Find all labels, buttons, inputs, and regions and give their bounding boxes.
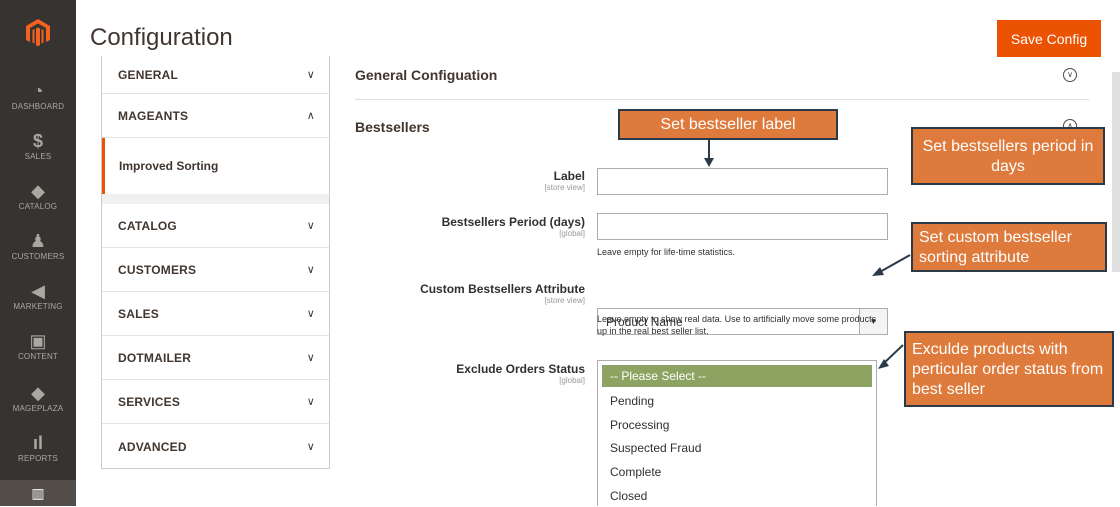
sidebar-item-advanced[interactable]: ADVANCED ∨ — [102, 424, 329, 468]
label-field-scope: [store view] — [544, 183, 585, 192]
sidebar-item-dotmailer[interactable]: DOTMAILER ∨ — [102, 336, 329, 380]
nav-marketing[interactable]: ◀ MARKETING — [0, 280, 76, 330]
dollar-icon: $ — [32, 131, 43, 151]
chevron-down-icon: ∨ — [306, 264, 315, 276]
order-status-multiselect[interactable]: -- Please Select -- Pending Processing S… — [597, 360, 877, 506]
chevron-down-icon: ∨ — [306, 220, 315, 232]
option-please-select[interactable]: -- Please Select -- — [602, 365, 872, 387]
page-scrollbar[interactable] — [1112, 72, 1120, 272]
save-config-button[interactable]: Save Config — [997, 20, 1101, 57]
status-field-scope: [global] — [559, 376, 585, 385]
option-closed[interactable]: Closed — [602, 485, 872, 507]
person-icon: ♟ — [29, 231, 47, 251]
nav-content[interactable]: ▣ CONTENT — [0, 330, 76, 380]
sidebar-item-sales[interactable]: SALES ∨ — [102, 292, 329, 336]
expand-circle-icon[interactable]: ∨ — [1063, 68, 1077, 82]
section-divider — [355, 99, 1089, 100]
chevron-up-icon: ∧ — [306, 110, 315, 122]
box-icon: ◆ — [31, 383, 45, 403]
chevron-down-icon: ∨ — [306, 69, 315, 81]
nav-dashboard[interactable]: ◔ DASHBOARD — [0, 80, 76, 130]
chevron-down-icon: ∨ — [306, 396, 315, 408]
period-field-scope: [global] — [559, 229, 585, 238]
nav-customers[interactable]: ♟ CUSTOMERS — [0, 230, 76, 280]
option-pending[interactable]: Pending — [602, 390, 872, 412]
store-icon: ▥ — [31, 484, 45, 501]
chevron-down-icon: ∨ — [306, 352, 315, 364]
nav-mageplaza[interactable]: ◆ MAGEPLAZA — [0, 382, 76, 432]
option-suspected-fraud[interactable]: Suspected Fraud — [602, 437, 872, 459]
sidebar-item-catalog[interactable]: CATALOG ∨ — [102, 204, 329, 248]
period-field-label: Bestsellers Period (days) — [441, 215, 585, 229]
option-processing[interactable]: Processing — [602, 414, 872, 436]
attr-note: Leave empty to show real data. Use to ar… — [597, 314, 877, 336]
callout-attribute: Set custom bestseller sorting attribute — [911, 222, 1107, 272]
label-field-label: Label — [553, 169, 585, 183]
gauge-icon: ◔ — [32, 81, 44, 101]
callout-period: Set bestsellers period in days — [911, 127, 1105, 185]
nav-catalog[interactable]: ◆ CATALOG — [0, 180, 76, 230]
layout-icon: ▣ — [29, 331, 47, 351]
page-title: Configuration — [90, 24, 233, 51]
option-complete[interactable]: Complete — [602, 461, 872, 483]
sidebar-divider — [102, 194, 329, 204]
section-general-configuration[interactable]: General Configuation — [355, 67, 497, 83]
nav-reports[interactable]: ıl REPORTS — [0, 432, 76, 482]
magento-logo-icon[interactable] — [0, 0, 76, 66]
sidebar-item-mageants[interactable]: MAGEANTS ∧ — [102, 94, 329, 138]
megaphone-icon: ◀ — [31, 281, 45, 301]
attr-field-scope: [store view] — [544, 296, 585, 305]
period-note: Leave empty for life-time statistics. — [597, 247, 736, 257]
bar-chart-icon: ıl — [32, 433, 43, 453]
chevron-down-icon: ∨ — [306, 308, 315, 320]
section-bestsellers[interactable]: Bestsellers — [355, 119, 430, 135]
attr-field-label: Custom Bestsellers Attribute — [420, 282, 585, 296]
label-input[interactable] — [597, 168, 888, 195]
sidebar-subitem-improved-sorting[interactable]: Improved Sorting — [102, 138, 329, 194]
period-input[interactable] — [597, 213, 888, 240]
sidebar-item-customers[interactable]: CUSTOMERS ∨ — [102, 248, 329, 292]
callout-status: Exculde products with perticular order s… — [904, 331, 1114, 407]
admin-nav: ◔ DASHBOARD $ SALES ◆ CATALOG ♟ CUSTOMER… — [0, 0, 76, 506]
chevron-down-icon: ∨ — [306, 441, 315, 453]
sidebar-item-services[interactable]: SERVICES ∨ — [102, 380, 329, 424]
sidebar-item-general[interactable]: GENERAL ∨ — [102, 56, 329, 94]
config-sidebar: GENERAL ∨ MAGEANTS ∧ Improved Sorting CA… — [101, 56, 330, 469]
nav-stores[interactable]: ▥ — [0, 480, 76, 506]
callout-label: Set bestseller label — [618, 109, 838, 140]
status-field-label: Exclude Orders Status — [456, 362, 585, 376]
nav-sales[interactable]: $ SALES — [0, 130, 76, 180]
box-icon: ◆ — [31, 181, 45, 201]
